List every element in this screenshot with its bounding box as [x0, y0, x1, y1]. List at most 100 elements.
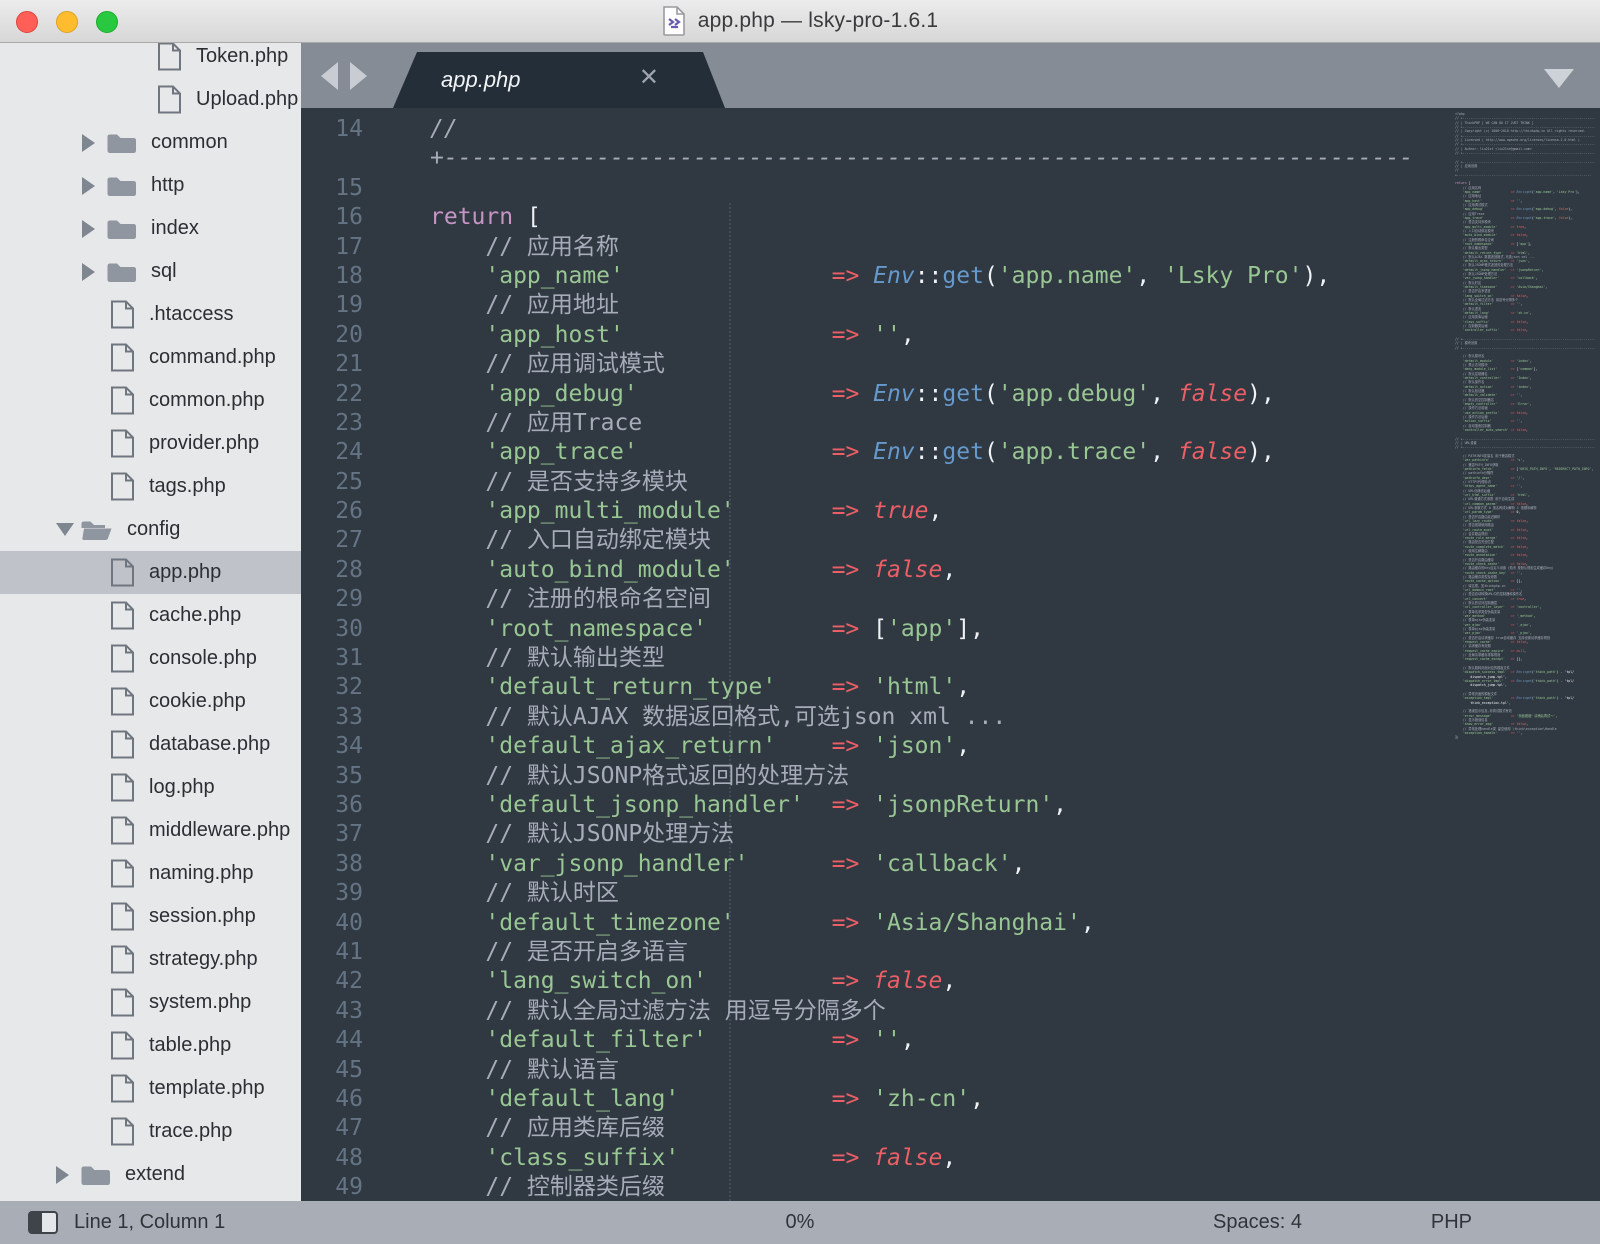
code-line[interactable]: 32 'default_return_type' => 'html', — [301, 673, 1600, 702]
code-line[interactable]: 45 // 默认语言 — [301, 1056, 1600, 1085]
code-line[interactable]: 41 // 是否开启多语言 — [301, 938, 1600, 967]
tree-item-extend[interactable]: extend — [0, 1153, 301, 1196]
expand-arrow-icon[interactable] — [82, 263, 106, 281]
tree-item-trace-php[interactable]: trace.php — [0, 1110, 301, 1153]
tree-item-http[interactable]: http — [0, 164, 301, 207]
expand-arrow-icon[interactable] — [82, 134, 106, 152]
line-number: 15 — [301, 174, 430, 203]
tree-item-table-php[interactable]: table.php — [0, 1024, 301, 1067]
tab-app-php[interactable]: app.php ✕ — [393, 52, 725, 108]
code-line[interactable]: 31 // 默认输出类型 — [301, 644, 1600, 673]
code-line[interactable]: 35 // 默认JSONP格式返回的处理方法 — [301, 762, 1600, 791]
tab-scroll-left-icon[interactable] — [321, 62, 338, 90]
tree-item--htaccess[interactable]: .htaccess — [0, 293, 301, 336]
expand-arrow-icon[interactable] — [82, 220, 106, 238]
file-icon — [110, 1031, 135, 1060]
tree-item-database-php[interactable]: database.php — [0, 723, 301, 766]
sidebar-file-tree: Token.phpUpload.phpcommon http indexsql.ht… — [0, 43, 301, 1201]
tree-item-Upload-php[interactable]: Upload.php — [0, 78, 301, 121]
tree-item-label: http — [151, 174, 184, 197]
tree-item-app-php[interactable]: app.php — [0, 551, 301, 594]
minimap[interactable]: <?php// +-------------------------------… — [1455, 112, 1595, 740]
tree-item-command-php[interactable]: command.php — [0, 336, 301, 379]
file-icon — [110, 902, 135, 931]
zoom-window-button[interactable] — [96, 11, 118, 33]
code-line[interactable]: 17 // 应用名称 — [301, 233, 1600, 262]
tree-item-common[interactable]: common — [0, 121, 301, 164]
code-line[interactable]: 14// — [301, 115, 1600, 144]
tree-item-strategy-php[interactable]: strategy.php — [0, 938, 301, 981]
code-line[interactable]: 28 'auto_bind_module' => false, — [301, 556, 1600, 585]
tree-item-naming-php[interactable]: naming.php — [0, 852, 301, 895]
file-icon — [110, 859, 135, 888]
code-line[interactable]: 49 // 控制器类后缀 — [301, 1173, 1600, 1201]
code-line[interactable]: 21 // 应用调试模式 — [301, 350, 1600, 379]
tree-item-index[interactable]: index — [0, 207, 301, 250]
line-number: 25 — [301, 468, 430, 497]
code-line[interactable]: 36 'default_jsonp_handler' => 'jsonpRetu… — [301, 791, 1600, 820]
code-line[interactable]: 44 'default_filter' => '', — [301, 1026, 1600, 1055]
code-line[interactable]: 16return [ — [301, 203, 1600, 232]
code-line[interactable]: 29 // 注册的根命名空间 — [301, 585, 1600, 614]
expand-arrow-icon[interactable] — [56, 1166, 80, 1184]
syntax-mode[interactable]: PHP — [1431, 1211, 1472, 1234]
code-line[interactable]: 25 // 是否支持多模块 — [301, 468, 1600, 497]
code-line[interactable]: 18 'app_name' => Env::get('app.name', 'L… — [301, 262, 1600, 291]
sidebar-toggle-icon[interactable] — [28, 1211, 58, 1234]
indent-setting[interactable]: Spaces: 4 — [1213, 1211, 1302, 1234]
code-line[interactable]: 33 // 默认AJAX 数据返回格式,可选json xml ... — [301, 703, 1600, 732]
code-line[interactable]: 27 // 入口自动绑定模块 — [301, 526, 1600, 555]
code-line[interactable]: 22 'app_debug' => Env::get('app.debug', … — [301, 380, 1600, 409]
code-line[interactable]: 38 'var_jsonp_handler' => 'callback', — [301, 850, 1600, 879]
code-line[interactable]: 24 'app_trace' => Env::get('app.trace', … — [301, 438, 1600, 467]
tree-item-label: system.php — [149, 991, 251, 1014]
tree-item-label: cookie.php — [149, 690, 246, 713]
code-line[interactable]: 23 // 应用Trace — [301, 409, 1600, 438]
code-line[interactable]: 30 'root_namespace' => ['app'], — [301, 615, 1600, 644]
tab-scroll-right-icon[interactable] — [350, 62, 367, 90]
code-line[interactable]: 48 'class_suffix' => false, — [301, 1144, 1600, 1173]
line-number: 29 — [301, 585, 430, 614]
tab-close-icon[interactable]: ✕ — [639, 66, 659, 90]
minimize-window-button[interactable] — [56, 11, 78, 33]
code-line[interactable]: 43 // 默认全局过滤方法 用逗号分隔多个 — [301, 997, 1600, 1026]
cursor-position: Line 1, Column 1 — [74, 1211, 225, 1234]
collapse-arrow-icon[interactable] — [56, 523, 80, 536]
minimap-line: // +------------------------------------… — [1455, 445, 1595, 449]
tree-item-label: extend — [125, 1163, 185, 1186]
tree-item-tags-php[interactable]: tags.php — [0, 465, 301, 508]
tree-item-sql[interactable]: sql — [0, 250, 301, 293]
code-line[interactable]: 20 'app_host' => '', — [301, 321, 1600, 350]
line-number: 48 — [301, 1144, 430, 1173]
code-text: // 应用调试模式 — [430, 350, 1600, 379]
code-line[interactable]: 19 // 应用地址 — [301, 291, 1600, 320]
tree-item-session-php[interactable]: session.php — [0, 895, 301, 938]
code-line[interactable]: 42 'lang_switch_on' => false, — [301, 967, 1600, 996]
tree-item-middleware-php[interactable]: middleware.php — [0, 809, 301, 852]
code-line[interactable]: 39 // 默认时区 — [301, 879, 1600, 908]
code-line[interactable]: +---------------------------------------… — [301, 144, 1600, 173]
code-line[interactable]: 15 — [301, 174, 1600, 203]
tree-item-config[interactable]: config — [0, 508, 301, 551]
tree-item-cache-php[interactable]: cache.php — [0, 594, 301, 637]
code-line[interactable]: 40 'default_timezone' => 'Asia/Shanghai'… — [301, 909, 1600, 938]
code-editor[interactable]: 14//+-----------------------------------… — [301, 108, 1600, 1201]
tree-item-template-php[interactable]: template.php — [0, 1067, 301, 1110]
code-line[interactable]: 37 // 默认JSONP处理方法 — [301, 820, 1600, 849]
tree-item-system-php[interactable]: system.php — [0, 981, 301, 1024]
tree-item-common-php[interactable]: common.php — [0, 379, 301, 422]
file-icon — [157, 43, 182, 71]
expand-arrow-icon[interactable] — [82, 177, 106, 195]
tree-item-Token-php[interactable]: Token.php — [0, 43, 301, 78]
tree-item-cookie-php[interactable]: cookie.php — [0, 680, 301, 723]
code-line[interactable]: 34 'default_ajax_return' => 'json', — [301, 732, 1600, 761]
tree-item-provider-php[interactable]: provider.php — [0, 422, 301, 465]
tree-item-label: session.php — [149, 905, 256, 928]
code-line[interactable]: 46 'default_lang' => 'zh-cn', — [301, 1085, 1600, 1114]
code-line[interactable]: 26 'app_multi_module' => true, — [301, 497, 1600, 526]
code-line[interactable]: 47 // 应用类库后缀 — [301, 1114, 1600, 1143]
tree-item-console-php[interactable]: console.php — [0, 637, 301, 680]
tree-item-log-php[interactable]: log.php — [0, 766, 301, 809]
tab-overflow-icon[interactable] — [1544, 69, 1574, 88]
close-window-button[interactable] — [16, 11, 38, 33]
